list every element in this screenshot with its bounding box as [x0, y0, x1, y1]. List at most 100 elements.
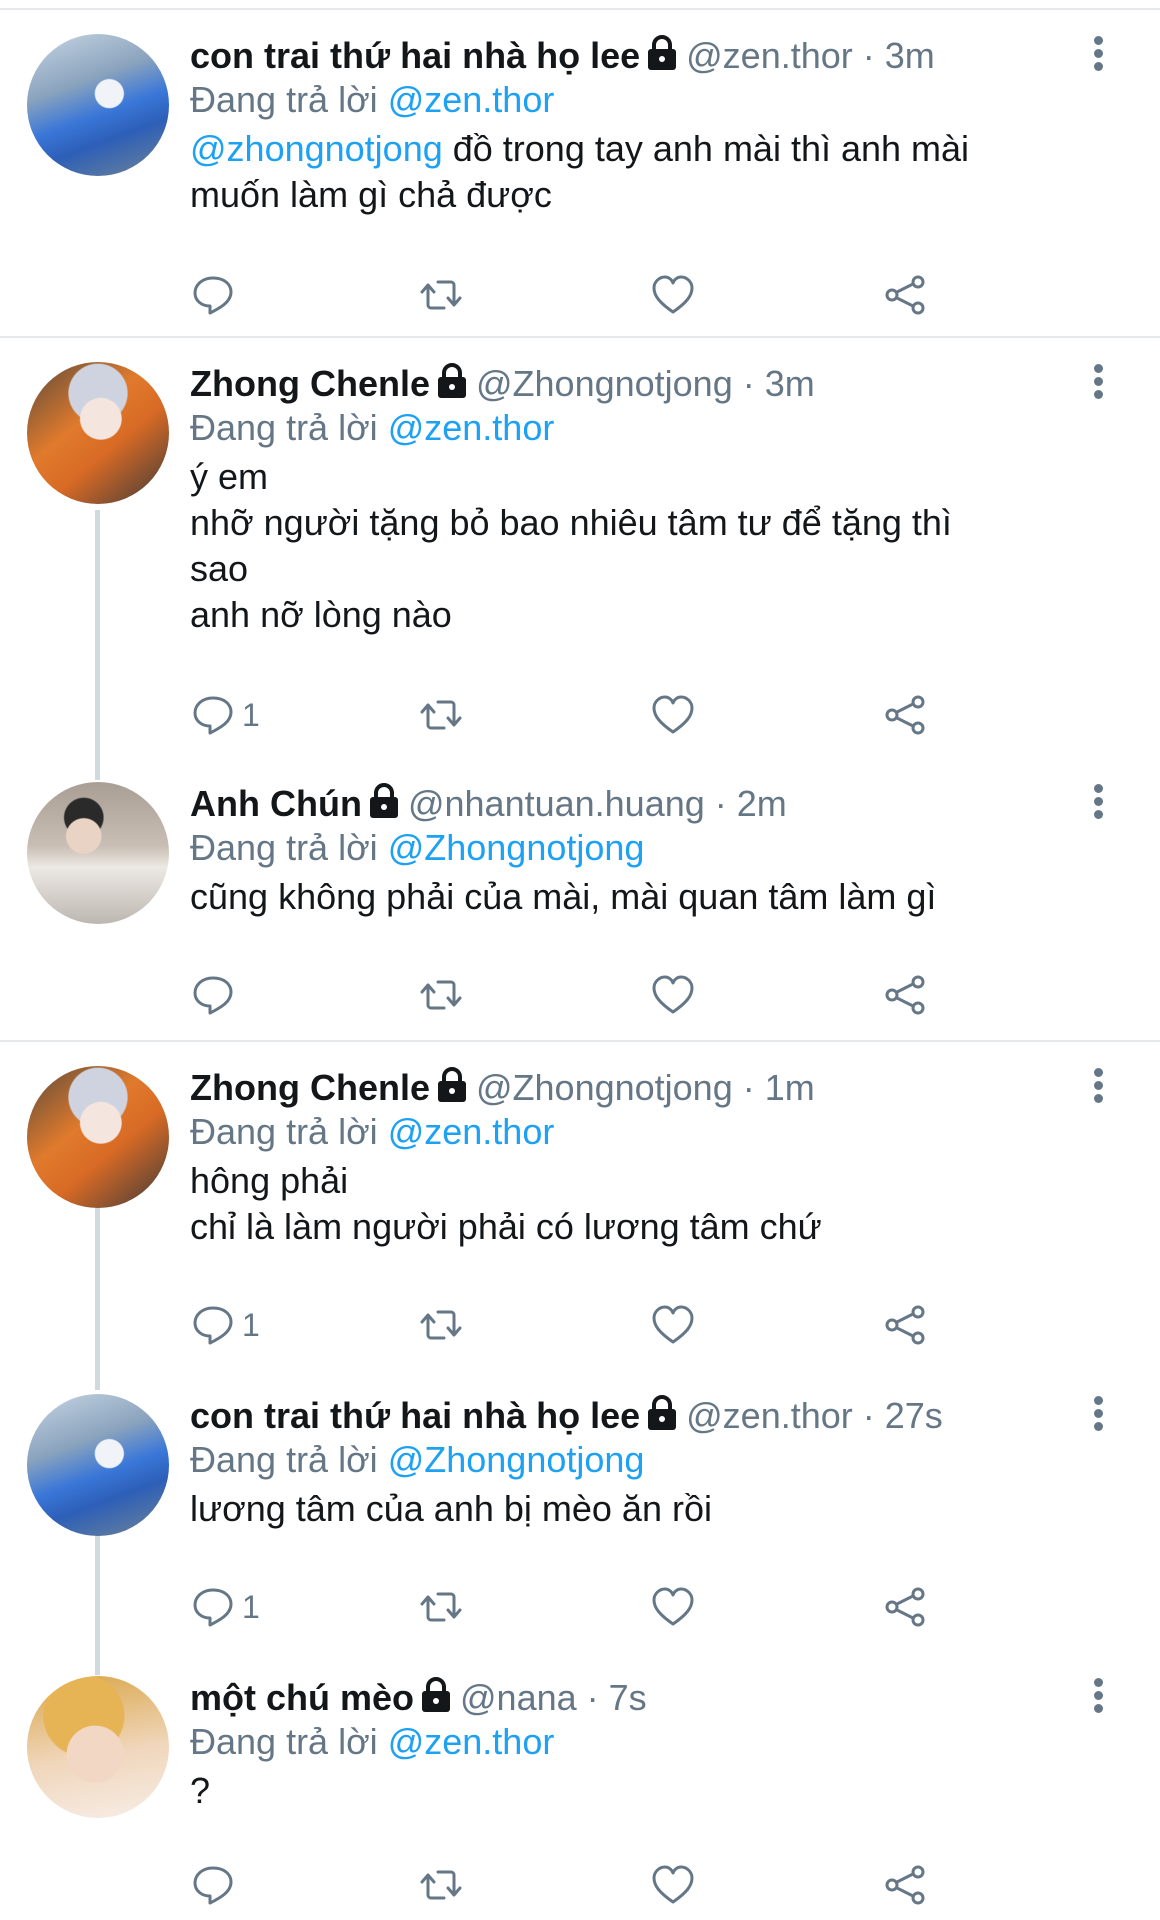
more-vertical-icon[interactable] [1091, 1396, 1105, 1435]
like-icon [652, 1305, 694, 1344]
mention-link[interactable]: @zhongnotjong [190, 128, 443, 169]
share-button[interactable] [882, 270, 928, 320]
avatar[interactable] [27, 34, 169, 176]
like-button[interactable] [650, 1300, 696, 1350]
reply-icon [193, 696, 233, 735]
divider [0, 336, 1160, 338]
replying-to-label: Đang trả lời [190, 407, 378, 448]
more-vertical-icon[interactable] [1091, 784, 1105, 823]
reply-button[interactable] [190, 270, 242, 320]
reply-mention-link[interactable]: @zen.thor [388, 1721, 555, 1762]
like-button[interactable] [650, 1582, 696, 1632]
tweet-actions: 1 [190, 1582, 950, 1632]
avatar[interactable] [27, 782, 169, 924]
handle[interactable]: @nhantuan.huang [408, 783, 705, 824]
reply-icon [193, 1866, 233, 1905]
like-icon [652, 695, 694, 734]
reply-icon [193, 1306, 233, 1345]
handle[interactable]: @zen.thor [686, 35, 853, 76]
tweet-text: ? [190, 1770, 211, 1811]
share-button[interactable] [882, 1860, 928, 1910]
tweet-text: lương tâm của anh bị mèo ăn rồi [190, 1488, 712, 1529]
replying-to-label: Đang trả lời [190, 1439, 378, 1480]
retweet-button[interactable] [418, 970, 464, 1020]
tweet-header: con trai thứ hai nhà họ lee @zen.thor · 3… [190, 34, 1100, 78]
more-vertical-icon[interactable] [1091, 36, 1105, 75]
reply-button[interactable]: 1 [190, 690, 260, 740]
handle[interactable]: @Zhongnotjong [476, 1067, 733, 1108]
replying-to: Đang trả lời @zen.thor [190, 1720, 1100, 1764]
replying-to: Đang trả lời @zen.thor [190, 1110, 1100, 1154]
tweet-actions [190, 970, 950, 1020]
like-button[interactable] [650, 690, 696, 740]
display-name[interactable]: Zhong Chenle [190, 363, 430, 404]
retweet-button[interactable] [418, 270, 464, 320]
handle[interactable]: @nana [460, 1677, 577, 1718]
tweet-text: cũng không phải của mài, mài quan tâm là… [190, 876, 937, 917]
share-button[interactable] [882, 970, 928, 1020]
reply-icon [193, 276, 233, 315]
display-name[interactable]: con trai thứ hai nhà họ lee [190, 35, 640, 76]
retweet-icon [420, 280, 462, 310]
like-icon [652, 275, 694, 314]
share-icon [885, 1587, 925, 1627]
avatar[interactable] [27, 1676, 169, 1818]
reply-button[interactable]: 1 [190, 1300, 260, 1350]
share-icon [885, 1865, 925, 1905]
reply-button[interactable] [190, 970, 242, 1020]
retweet-icon [420, 1870, 462, 1900]
reply-count: 1 [242, 1306, 260, 1343]
handle[interactable]: @Zhongnotjong [476, 363, 733, 404]
retweet-icon [420, 1592, 462, 1622]
separator-dot: · [732, 363, 765, 404]
retweet-button[interactable] [418, 1860, 464, 1910]
thread-line [95, 1535, 100, 1675]
replying-to-label: Đang trả lời [190, 827, 378, 868]
more-vertical-icon[interactable] [1091, 1068, 1105, 1107]
tweet-actions: 1 [190, 690, 950, 740]
retweet-button[interactable] [418, 690, 464, 740]
tweet-header: Zhong Chenle @Zhongnotjong · 3m [190, 362, 1100, 406]
reply-icon [193, 1588, 233, 1627]
avatar[interactable] [27, 362, 169, 504]
tweet-header: con trai thứ hai nhà họ lee @zen.thor · 2… [190, 1394, 1100, 1438]
retweet-icon [420, 1310, 462, 1340]
reply-mention-link[interactable]: @Zhongnotjong [388, 827, 645, 868]
reply-button[interactable] [190, 1860, 242, 1910]
lock-icon [422, 1677, 451, 1712]
display-name[interactable]: Zhong Chenle [190, 1067, 430, 1108]
more-vertical-icon[interactable] [1091, 364, 1105, 403]
reply-mention-link[interactable]: @Zhongnotjong [388, 1439, 645, 1480]
replying-to: Đang trả lời @zen.thor [190, 78, 1100, 122]
like-button[interactable] [650, 270, 696, 320]
tweet-text: @zhongnotjong đồ trong tay anh mài thì a… [190, 126, 1100, 218]
tweet-text: ý em nhỡ người tặng bỏ bao nhiêu tâm tư … [190, 456, 952, 635]
more-vertical-icon[interactable] [1091, 1678, 1105, 1717]
display-name[interactable]: Anh Chún [190, 783, 362, 824]
reply-button[interactable]: 1 [190, 1582, 260, 1632]
reply-mention-link[interactable]: @zen.thor [388, 1111, 555, 1152]
like-button[interactable] [650, 1860, 696, 1910]
avatar[interactable] [27, 1066, 169, 1208]
display-name[interactable]: một chú mèo [190, 1677, 414, 1718]
retweet-button[interactable] [418, 1582, 464, 1632]
separator-dot: · [852, 35, 885, 76]
reply-mention-link[interactable]: @zen.thor [388, 79, 555, 120]
handle[interactable]: @zen.thor [686, 1395, 853, 1436]
timestamp: 2m [736, 783, 787, 824]
share-button[interactable] [882, 1300, 928, 1350]
share-button[interactable] [882, 690, 928, 740]
tweet-header: Anh Chún @nhantuan.huang · 2m [190, 782, 1100, 826]
retweet-button[interactable] [418, 1300, 464, 1350]
timestamp: 3m [884, 35, 935, 76]
lock-icon [648, 35, 677, 70]
share-button[interactable] [882, 1582, 928, 1632]
replying-to-label: Đang trả lời [190, 1721, 378, 1762]
reply-mention-link[interactable]: @zen.thor [388, 407, 555, 448]
timestamp: 27s [884, 1395, 943, 1436]
like-button[interactable] [650, 970, 696, 1020]
lock-icon [437, 363, 466, 398]
avatar[interactable] [27, 1394, 169, 1536]
display-name[interactable]: con trai thứ hai nhà họ lee [190, 1395, 640, 1436]
tweet-actions: 1 [190, 1300, 950, 1350]
